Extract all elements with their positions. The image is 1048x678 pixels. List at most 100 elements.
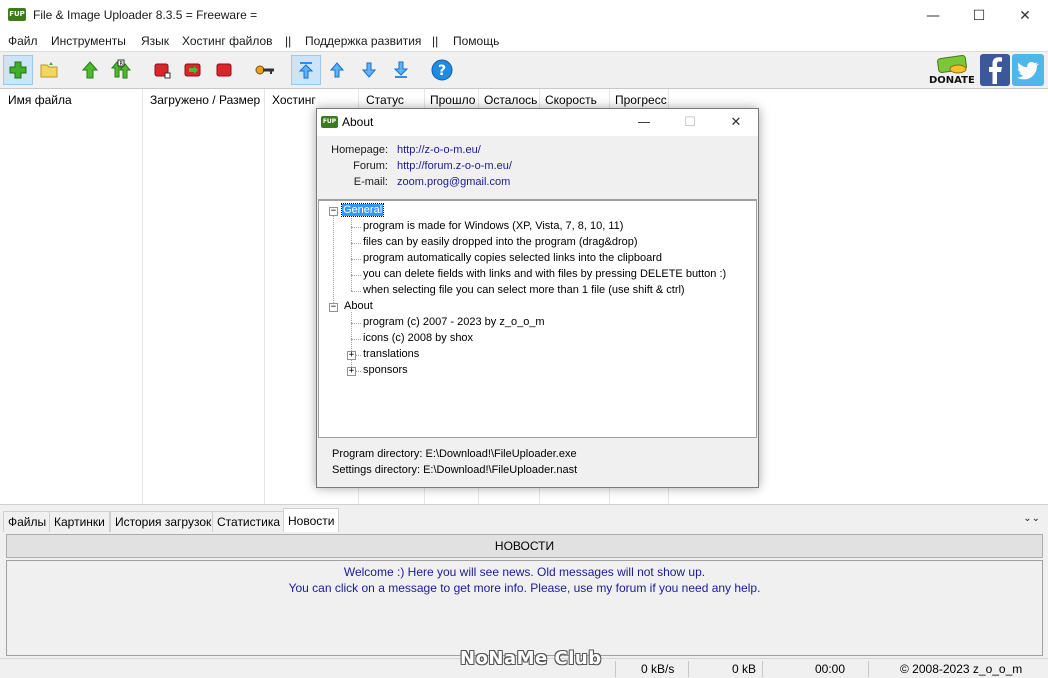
facebook-button[interactable] [980, 54, 1010, 86]
news-panel: НОВОСТИ Welcome :) Here you will see new… [0, 532, 1048, 658]
status-copyright: © 2008-2023 z_o_o_m [900, 662, 1023, 676]
arrow-top-blue-icon [298, 62, 314, 79]
move-down-button[interactable] [354, 55, 384, 85]
about-app-icon: FUP [321, 116, 338, 128]
move-top-button[interactable] [291, 55, 321, 85]
menu-support[interactable]: Поддержка развития [305, 34, 421, 48]
tree-item[interactable]: you can delete fields with links and wit… [363, 268, 726, 280]
twitter-icon [1016, 61, 1039, 80]
about-minimize-button[interactable]: — [621, 109, 667, 136]
arrow-right-red-icon [184, 63, 201, 77]
news-header-button[interactable]: НОВОСТИ [6, 534, 1043, 558]
column-filename[interactable]: Имя файла [0, 89, 72, 109]
forum-label: Forum: [353, 160, 388, 172]
stop-red-icon [154, 63, 171, 79]
menu-language[interactable]: Язык [141, 34, 169, 48]
tree-collapse-icon[interactable]: − [329, 207, 338, 216]
column-speed[interactable]: Скорость [539, 89, 597, 109]
add-files-button[interactable] [3, 55, 33, 85]
forum-link[interactable]: http://forum.z-o-o-m.eu/ [397, 160, 512, 172]
key-button[interactable] [250, 55, 280, 85]
status-separator [868, 661, 869, 677]
column-elapsed[interactable]: Прошло [424, 89, 475, 109]
tree-line [351, 291, 361, 292]
tab-statistics[interactable]: Статистика [212, 511, 286, 533]
facebook-icon [989, 57, 1002, 84]
column-hosting[interactable]: Хостинг [264, 89, 316, 109]
column-remaining[interactable]: Осталось [478, 89, 537, 109]
about-title: About [342, 115, 374, 129]
column-status[interactable]: Статус [358, 89, 404, 109]
about-title-bar: FUP About — ☐ ✕ [317, 109, 758, 136]
upload-button[interactable] [75, 55, 105, 85]
menu-file-hosting[interactable]: Хостинг файлов [182, 34, 273, 48]
maximize-button[interactable]: ☐ [956, 0, 1002, 31]
help-icon: ? [431, 59, 453, 81]
menu-bar: Файл Инструменты Язык Хостинг файлов || … [0, 31, 1048, 51]
about-tree[interactable]: − General program is made for Windows (X… [318, 200, 757, 438]
stop-button[interactable] [147, 55, 177, 85]
tab-upload-history[interactable]: История загрузок [110, 511, 217, 533]
email-link[interactable]: zoom.prog@gmail.com [397, 176, 510, 188]
news-message[interactable]: You can click on a message to get more i… [7, 580, 1042, 596]
about-maximize-button: ☐ [684, 115, 696, 130]
tree-item[interactable]: program (c) 2007 - 2023 by z_o_o_m [363, 316, 545, 328]
tree-item-about[interactable]: About [344, 300, 373, 312]
upload-all-button[interactable]: R [106, 55, 136, 85]
tree-item-sponsors[interactable]: sponsors [363, 364, 408, 376]
window-title: File & Image Uploader 8.3.5 = Freeware = [33, 8, 258, 22]
menu-help[interactable]: Помощь [453, 34, 499, 48]
homepage-link[interactable]: http://z-o-o-m.eu/ [397, 144, 481, 156]
tree-item[interactable]: program automatically copies selected li… [363, 252, 662, 264]
tree-line [351, 259, 361, 260]
tab-files[interactable]: Файлы [3, 511, 52, 533]
status-separator [615, 661, 616, 677]
about-close-button[interactable]: ✕ [713, 109, 759, 136]
tree-item-general[interactable]: General [340, 203, 385, 217]
status-size: 0 kB [732, 662, 757, 676]
tab-bar: Файлы Картинки История загрузок Статисти… [0, 504, 1048, 533]
column-divider [142, 89, 143, 504]
tree-line [351, 275, 361, 276]
tree-expand-icon[interactable]: + [347, 367, 356, 376]
minimize-button[interactable]: — [910, 0, 956, 31]
collapse-icon[interactable]: ⌄⌄ [1023, 513, 1040, 524]
donate-button[interactable]: DONATE [928, 55, 976, 87]
tree-line [351, 312, 352, 371]
news-messages[interactable]: Welcome :) Here you will see news. Old m… [6, 560, 1043, 656]
status-separator [762, 661, 763, 677]
help-button[interactable]: ? [427, 55, 457, 85]
tab-pictures[interactable]: Картинки [49, 511, 110, 533]
tab-news[interactable]: Новости [283, 508, 340, 533]
menu-tools[interactable]: Инструменты [51, 34, 126, 48]
arrow-up-blue-icon [329, 62, 345, 78]
tree-item[interactable]: when selecting file you can select more … [363, 284, 685, 296]
column-progress[interactable]: Прогресс [609, 89, 667, 109]
status-speed: 0 kB/s [641, 662, 675, 676]
add-folder-button[interactable] [34, 55, 64, 85]
tree-line [351, 323, 361, 324]
tree-item-translations[interactable]: translations [363, 348, 419, 360]
tree-collapse-icon[interactable]: − [329, 303, 338, 312]
homepage-label: Homepage: [331, 144, 388, 156]
title-bar: FUP File & Image Uploader 8.3.5 = Freewa… [0, 0, 1048, 31]
about-dialog: FUP About — ☐ ✕ Homepage: http://z-o-o-m… [316, 108, 759, 488]
move-button[interactable] [178, 55, 208, 85]
arrow-bottom-blue-icon [393, 61, 409, 78]
stop-all-button[interactable] [209, 55, 239, 85]
close-button[interactable]: ✕ [1002, 0, 1048, 31]
tree-expand-icon[interactable]: + [347, 351, 356, 360]
tree-item[interactable]: icons (c) 2008 by shox [363, 332, 473, 344]
email-label: E-mail: [353, 176, 388, 188]
news-message[interactable]: Welcome :) Here you will see news. Old m… [7, 564, 1042, 580]
move-up-button[interactable] [322, 55, 352, 85]
twitter-button[interactable] [1012, 54, 1044, 86]
about-directories: Program directory: E:\Download!\FileUplo… [318, 438, 757, 487]
toolbar: R ? DONATE [0, 51, 1048, 89]
column-uploaded-size[interactable]: Загружено / Размер [142, 89, 260, 109]
tree-item[interactable]: program is made for Windows (XP, Vista, … [363, 220, 623, 232]
move-bottom-button[interactable] [386, 55, 416, 85]
menu-file[interactable]: Файл [8, 34, 38, 48]
svg-text:?: ? [438, 63, 446, 79]
tree-item[interactable]: files can by easily dropped into the pro… [363, 236, 638, 248]
